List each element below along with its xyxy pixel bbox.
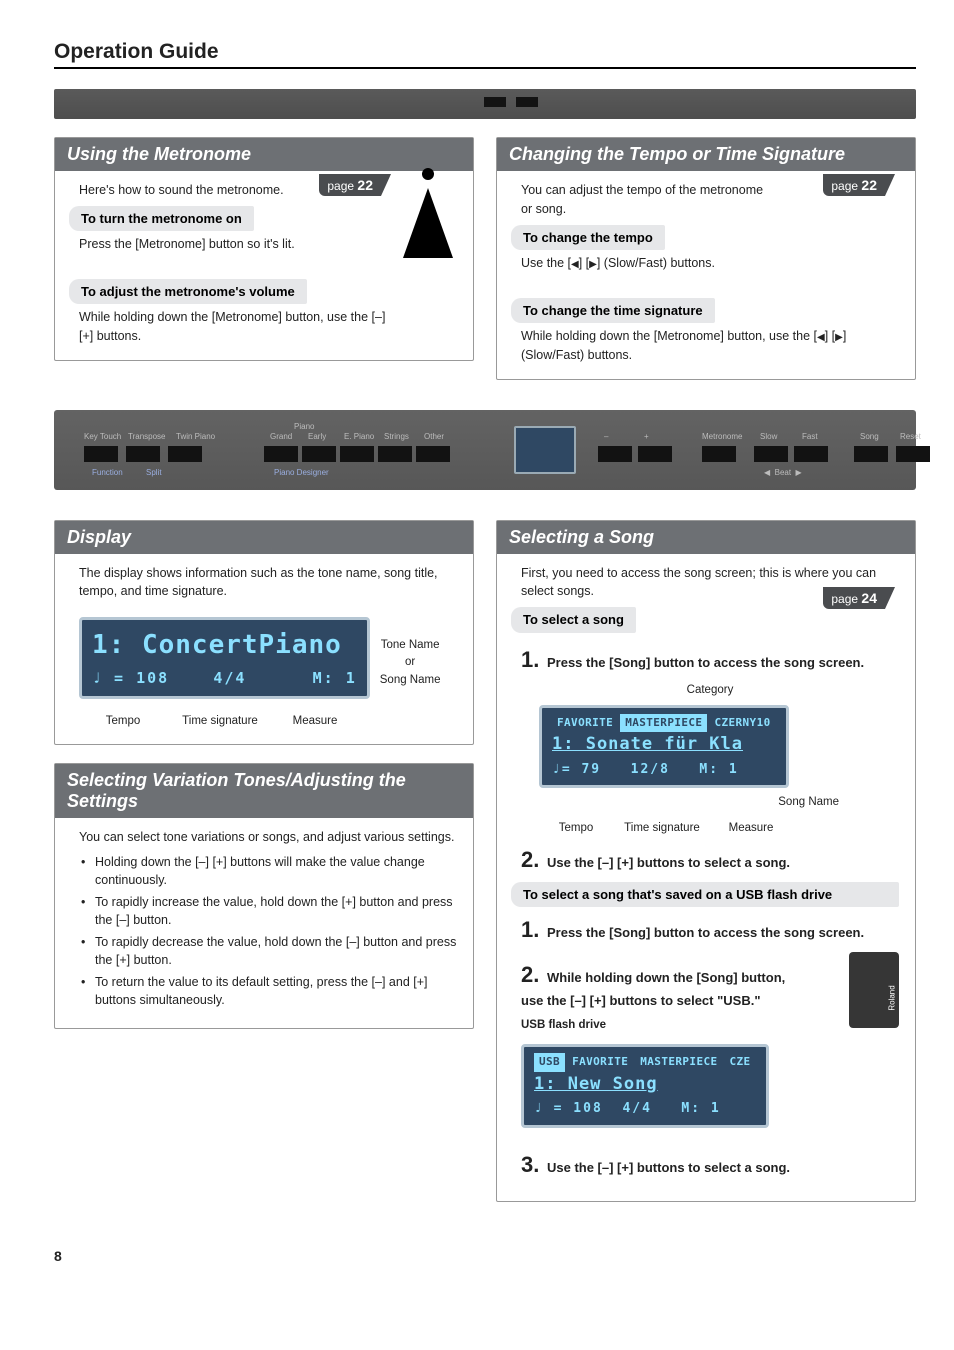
metronome-intro: Here's how to sound the metronome.	[79, 181, 457, 200]
panel-label: E. Piano	[344, 432, 374, 441]
step-3: 3. Use the [–] [+] buttons to select a s…	[521, 1148, 899, 1181]
card-title-song: Selecting a Song	[509, 527, 654, 547]
usb-step-1: 1. Press the [Song] button to access the…	[521, 913, 899, 946]
subhead-change-signature: To change the time signature	[511, 298, 715, 324]
card-title-tempo: Changing the Tempo or Time Signature	[509, 144, 845, 164]
annot-measure2: Measure	[723, 820, 779, 837]
annot-tempo2: Tempo	[551, 820, 601, 837]
triangle-right-icon	[835, 329, 843, 343]
metronome-on-body: Press the [Metronome] button so it's lit…	[79, 235, 457, 254]
panel-label: Early	[308, 432, 326, 441]
tempo-intro: You can adjust the tempo of the metronom…	[521, 181, 771, 219]
subhead-select-song: To select a song	[511, 607, 636, 633]
panel-label: Transpose	[128, 432, 166, 441]
display-intro: The display shows information such as th…	[79, 564, 457, 602]
variation-bullets: Holding down the [–] [+] buttons will ma…	[79, 853, 457, 1010]
usb-step-2: 2. While holding down the [Song] button,…	[521, 958, 801, 1011]
panel-label: +	[644, 432, 649, 441]
card-variation: Selecting Variation Tones/Adjusting the …	[54, 763, 474, 1029]
triangle-left-icon	[571, 256, 579, 270]
panel-sublabel: Function	[92, 468, 123, 477]
panel-label: Slow	[760, 432, 777, 441]
subhead-change-tempo: To change the tempo	[511, 225, 665, 251]
list-item: To rapidly increase the value, hold down…	[85, 893, 457, 929]
annot-song-name: Song Name	[521, 794, 899, 811]
lcd-song: FAVORITEMASTERPIECECZERNY10 1: Sonate fü…	[539, 705, 789, 789]
page-number: 8	[54, 1248, 916, 1264]
tempo-body: Use the [] [] (Slow/Fast) buttons.	[521, 254, 899, 273]
panel-label: –	[604, 432, 608, 441]
triangle-right-icon	[589, 256, 597, 270]
list-item: To return the value to its default setti…	[85, 973, 457, 1009]
triangle-left-icon	[817, 329, 825, 343]
card-display: Display The display shows information su…	[54, 520, 474, 745]
card-title-metronome: Using the Metronome	[67, 144, 251, 164]
panel-label: Reset	[900, 432, 921, 441]
device-illustration-top	[54, 89, 916, 119]
list-item: Holding down the [–] [+] buttons will ma…	[85, 853, 457, 889]
annot-tempo: Tempo	[93, 713, 153, 730]
page-ref-24: page 24	[823, 587, 885, 609]
annot-signature: Time signature	[175, 713, 265, 730]
lcd-display: 1: ConcertPiano ♩ = 108 4/4 M: 1	[79, 617, 370, 699]
page-ref-22-left: page 22	[319, 174, 381, 196]
control-panel-illustration: Key Touch Transpose Twin Piano Grand Ear…	[54, 410, 916, 490]
panel-label: Key Touch	[84, 432, 121, 441]
page-title: Operation Guide	[54, 40, 916, 69]
annot-tone-song-name: Tone Name or Song Name	[380, 611, 441, 689]
annot-category: Category	[521, 682, 899, 699]
variation-intro: You can select tone variations or songs,…	[79, 828, 457, 847]
card-tempo: Changing the Tempo or Time Signature pag…	[496, 137, 916, 380]
annot-measure: Measure	[287, 713, 343, 730]
signature-body: While holding down the [Metronome] butto…	[521, 327, 899, 365]
panel-label: Song	[860, 432, 879, 441]
panel-label: Strings	[384, 432, 409, 441]
panel-lcd-icon	[514, 426, 576, 474]
page-ref-22-right: page 22	[823, 174, 885, 196]
card-metronome: Using the Metronome page 22 Here's how t…	[54, 137, 474, 361]
panel-label: Grand	[270, 432, 292, 441]
panel-sublabel: Split	[146, 468, 162, 477]
card-selecting-song: Selecting a Song page 24 First, you need…	[496, 520, 916, 1202]
subhead-turn-on: To turn the metronome on	[69, 206, 254, 232]
usb-drive-icon	[849, 952, 899, 1028]
panel-sublabel: Piano Designer	[274, 468, 329, 477]
panel-label: Twin Piano	[176, 432, 215, 441]
metronome-vol-body: While holding down the [Metronome] butto…	[79, 308, 389, 346]
panel-label: Fast	[802, 432, 818, 441]
subhead-adjust-volume: To adjust the metronome's volume	[69, 279, 307, 305]
lcd-usb-song: USBFAVORITEMASTERPIECECZE 1: New Song ♩ …	[521, 1044, 769, 1128]
step-2: 2. Use the [–] [+] buttons to select a s…	[521, 843, 899, 876]
panel-sublabel: Piano	[294, 422, 314, 431]
card-title-display: Display	[67, 527, 131, 547]
metronome-icon	[403, 188, 453, 258]
panel-label: Other	[424, 432, 444, 441]
annot-sig2: Time signature	[617, 820, 707, 837]
annot-usb-drive: USB flash drive	[521, 1017, 899, 1034]
step-1: 1. Press the [Song] button to access the…	[521, 643, 899, 676]
list-item: To rapidly decrease the value, hold down…	[85, 933, 457, 969]
subhead-select-usb: To select a song that's saved on a USB f…	[511, 882, 899, 908]
panel-label: Metronome	[702, 432, 742, 441]
card-title-variation: Selecting Variation Tones/Adjusting the …	[67, 770, 406, 811]
